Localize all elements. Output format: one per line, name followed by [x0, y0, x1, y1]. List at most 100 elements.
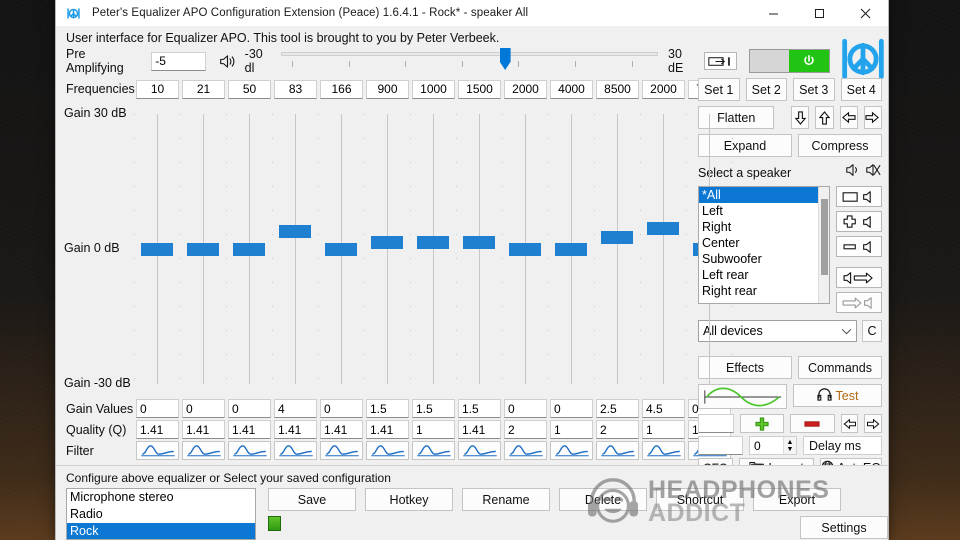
- speaker-list-item[interactable]: Subwoofer: [699, 251, 829, 267]
- frequency-input[interactable]: 21: [182, 79, 225, 99]
- blank-input-1[interactable]: [698, 414, 734, 433]
- quality-input[interactable]: 1.41: [320, 420, 363, 439]
- configuration-listbox[interactable]: Microphone stereo Radio Rock: [66, 488, 256, 540]
- speaker-in-icon[interactable]: [836, 292, 882, 313]
- speaker-out-icon[interactable]: [836, 267, 882, 288]
- rename-button[interactable]: Rename: [462, 488, 550, 511]
- eq-band-slider-thumb[interactable]: [555, 242, 587, 256]
- filter-curve-icon[interactable]: [504, 441, 547, 460]
- add-speaker-icon[interactable]: [836, 211, 882, 232]
- delete-button[interactable]: Delete: [559, 488, 647, 511]
- speaker-on-icon[interactable]: [844, 162, 862, 183]
- filter-curve-icon[interactable]: [228, 441, 271, 460]
- quality-input[interactable]: 1: [412, 420, 455, 439]
- quality-input[interactable]: 1.41: [458, 420, 501, 439]
- set-button-4[interactable]: Set 4: [840, 78, 882, 101]
- frequency-input[interactable]: 8500: [596, 79, 639, 99]
- gain-value-input[interactable]: 4.5: [642, 399, 685, 418]
- remove-band-button[interactable]: [790, 414, 835, 433]
- quality-input[interactable]: 2: [504, 420, 547, 439]
- filter-curve-icon[interactable]: [458, 441, 501, 460]
- scrollbar-thumb[interactable]: [821, 199, 828, 275]
- config-list-item[interactable]: Microphone stereo: [67, 489, 255, 506]
- eq-band-slider-thumb[interactable]: [325, 242, 357, 256]
- speaker-list-scrollbar[interactable]: [818, 187, 829, 303]
- filter-curve-icon[interactable]: [136, 441, 179, 460]
- down-arrow-icon[interactable]: [791, 106, 810, 129]
- speaker-list-item[interactable]: Right rear: [699, 283, 829, 299]
- frequency-input[interactable]: 1500: [458, 79, 501, 99]
- set-button-2[interactable]: Set 2: [745, 78, 787, 101]
- filter-curve-icon[interactable]: [596, 441, 639, 460]
- pre-amplifying-slider[interactable]: [280, 48, 658, 73]
- eq-band-slider-thumb[interactable]: [417, 235, 449, 249]
- config-list-item[interactable]: Rock: [67, 523, 255, 539]
- maximize-button[interactable]: [796, 0, 842, 26]
- add-band-button[interactable]: [739, 414, 785, 433]
- frequency-input[interactable]: 4000: [550, 79, 593, 99]
- compress-button[interactable]: Compress: [798, 134, 882, 157]
- close-button[interactable]: [842, 0, 888, 26]
- quality-input[interactable]: 1.41: [274, 420, 317, 439]
- config-list-item[interactable]: Radio: [67, 506, 255, 523]
- speaker-list-item[interactable]: Left: [699, 203, 829, 219]
- frequency-input[interactable]: 10: [136, 79, 179, 99]
- quality-input[interactable]: 1.41: [182, 420, 225, 439]
- filter-curve-icon[interactable]: [274, 441, 317, 460]
- shift-right-button[interactable]: [864, 414, 882, 433]
- eq-band-slider-thumb[interactable]: [371, 235, 403, 249]
- minimize-button[interactable]: [750, 0, 796, 26]
- eq-band-slider-thumb[interactable]: [509, 242, 541, 256]
- quality-input[interactable]: 1.41: [136, 420, 179, 439]
- quality-input[interactable]: 2: [596, 420, 639, 439]
- device-copy-button[interactable]: C: [862, 320, 882, 342]
- save-button[interactable]: Save: [268, 488, 356, 511]
- eq-band-slider-thumb[interactable]: [233, 242, 265, 256]
- blank-input-2[interactable]: [698, 436, 743, 455]
- speaker-list-item[interactable]: *All: [699, 187, 829, 203]
- filter-curve-icon[interactable]: [550, 441, 593, 460]
- export-button[interactable]: Export: [753, 488, 841, 511]
- gain-value-input[interactable]: 1.5: [458, 399, 501, 418]
- green-chip-icon[interactable]: [268, 516, 281, 531]
- speaker-list-item[interactable]: Left rear: [699, 267, 829, 283]
- delay-stepper[interactable]: 0 ▲ ▼: [749, 436, 797, 455]
- gain-value-input[interactable]: 0: [550, 399, 593, 418]
- expand-button[interactable]: Expand: [698, 134, 792, 157]
- pre-amplifying-input[interactable]: -5: [151, 51, 206, 71]
- test-button[interactable]: Test: [793, 384, 882, 407]
- shortcut-button[interactable]: Shortcut: [656, 488, 744, 511]
- screen-speaker-icon[interactable]: [836, 186, 882, 207]
- filter-curve-icon[interactable]: [320, 441, 363, 460]
- quality-input[interactable]: 1: [642, 420, 685, 439]
- gain-value-input[interactable]: 0: [504, 399, 547, 418]
- quality-input[interactable]: 1: [550, 420, 593, 439]
- effects-button[interactable]: Effects: [698, 356, 792, 379]
- frequency-input[interactable]: 2000: [504, 79, 547, 99]
- frequency-input[interactable]: 1000: [412, 79, 455, 99]
- eq-band-slider-thumb[interactable]: [647, 222, 679, 236]
- commands-button[interactable]: Commands: [798, 356, 882, 379]
- eq-band-slider-thumb[interactable]: [463, 235, 495, 249]
- frequency-input[interactable]: 166: [320, 79, 363, 99]
- left-arrow-icon[interactable]: [839, 106, 858, 129]
- gain-value-input[interactable]: 1.5: [412, 399, 455, 418]
- hotkey-button[interactable]: Hotkey: [365, 488, 453, 511]
- equalizer-graph[interactable]: Gain 30 dB Gain 0 dB Gain -30 dB: [56, 102, 733, 398]
- eq-band-slider-thumb[interactable]: [141, 242, 173, 256]
- filter-curve-icon[interactable]: [182, 441, 225, 460]
- gain-value-input[interactable]: 0: [136, 399, 179, 418]
- stepper-arrows-icon[interactable]: ▲ ▼: [783, 437, 796, 454]
- speaker-list-item[interactable]: Center: [699, 235, 829, 251]
- export-arrow-icon[interactable]: [703, 52, 737, 70]
- eq-band-slider-thumb[interactable]: [187, 242, 219, 256]
- gain-value-input[interactable]: 0: [182, 399, 225, 418]
- frequency-input[interactable]: 2000: [642, 79, 685, 99]
- set-button-3[interactable]: Set 3: [793, 78, 835, 101]
- remove-speaker-icon[interactable]: [836, 236, 882, 257]
- gain-value-input[interactable]: 4: [274, 399, 317, 418]
- quality-input[interactable]: 1.41: [366, 420, 409, 439]
- set-button-1[interactable]: Set 1: [698, 78, 740, 101]
- gain-value-input[interactable]: 1.5: [366, 399, 409, 418]
- device-select[interactable]: All devices: [698, 320, 857, 342]
